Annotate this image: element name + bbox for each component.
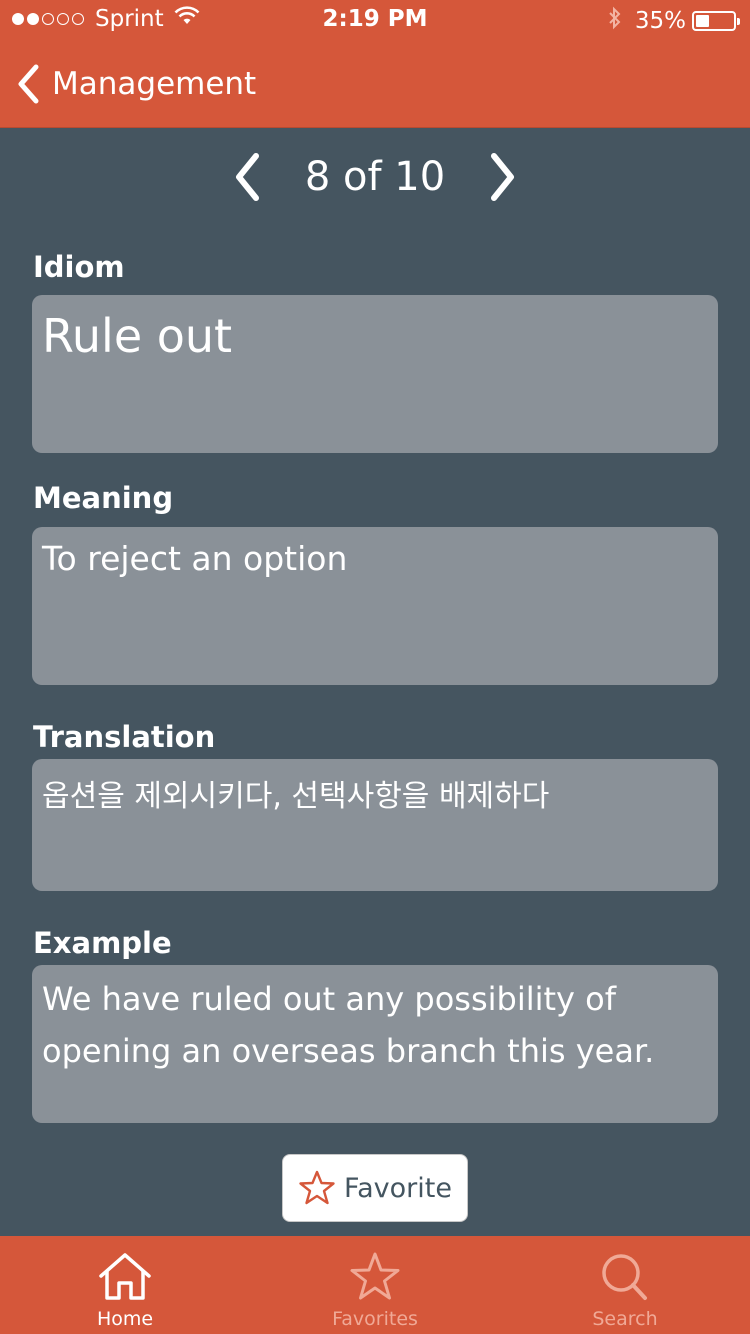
page-counter: 8 of 10 [304,154,446,200]
tab-label-home: Home [96,1308,154,1330]
bluetooth-icon [607,6,623,36]
previous-button[interactable] [227,147,267,207]
chevron-right-icon [491,153,515,201]
star-outline-icon [299,1170,335,1205]
back-label: Management [52,66,257,102]
back-button[interactable]: Management [16,64,256,104]
star-icon [350,1252,400,1300]
example-field: We have ruled out any possibility of ope… [32,965,718,1123]
top-bar: Sprint 2:19 PM 35% Management [0,0,750,128]
next-button[interactable] [483,147,523,207]
chevron-left-icon [235,153,259,201]
tab-bar: Home Favorites Search [0,1236,750,1334]
meaning-field: To reject an option [32,527,718,685]
meaning-label: Meaning [33,481,174,515]
home-icon [99,1253,151,1300]
chevron-left-icon [18,64,39,104]
idiom-label: Idiom [33,250,125,284]
idiom-field: Rule out [32,295,718,453]
battery-icon [692,11,740,31]
search-icon [602,1254,647,1300]
favorite-label: Favorite [344,1172,452,1204]
favorite-button[interactable]: Favorite [282,1154,468,1222]
status-bar: Sprint 2:19 PM 35% [0,0,750,40]
battery-percent: 35% [634,8,686,34]
tab-label-favorites: Favorites [332,1308,418,1330]
navigation-bar: Management [0,40,750,128]
translation-field: 옵션을 제외시키다, 선택사항을 배제하다 [32,759,718,891]
example-label: Example [33,926,172,960]
translation-label: Translation [33,720,216,754]
tab-search[interactable]: Search [500,1236,750,1334]
tab-home[interactable]: Home [0,1236,250,1334]
pager: 8 of 10 [0,140,750,214]
tab-label-search: Search [592,1308,658,1330]
tab-favorites[interactable]: Favorites [250,1236,500,1334]
